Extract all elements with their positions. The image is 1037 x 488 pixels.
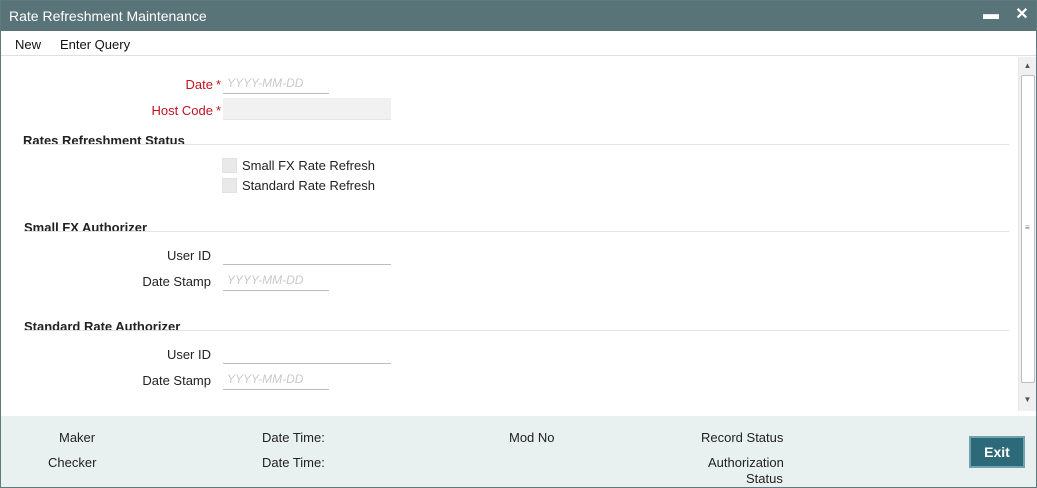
scroll-down-icon[interactable]: ▼ [1019, 393, 1036, 407]
mod-no-label: Mod No [509, 430, 555, 445]
scroll-grip-icon: ≡ [1025, 223, 1030, 232]
standard-rate-refresh-label: Standard Rate Refresh [242, 178, 375, 193]
required-marker: * [215, 103, 221, 118]
window-title: Rate Refreshment Maintenance [9, 8, 207, 24]
form-content: Date* Host Code* Rates Refreshment Statu… [1, 57, 1018, 411]
rates-refreshment-status-title: Rates Refreshment Status [23, 133, 185, 148]
minimize-icon[interactable]: ▬ [981, 5, 1001, 25]
vertical-scrollbar[interactable]: ▲ ≡ ▼ [1018, 57, 1036, 411]
enter-query-menu-item[interactable]: Enter Query [60, 37, 130, 52]
scroll-up-icon[interactable]: ▲ [1019, 59, 1036, 73]
small-fx-rate-refresh-checkbox[interactable] [222, 158, 237, 173]
standard-rate-refresh-checkbox[interactable] [222, 178, 237, 193]
authorization-status-label-line2: Status [746, 471, 783, 486]
host-code-label: Host Code * [121, 103, 221, 118]
host-code-input[interactable] [223, 98, 391, 120]
new-menu-item[interactable]: New [15, 37, 41, 52]
close-icon[interactable]: ✕ [1012, 5, 1032, 25]
small-fx-user-id-input[interactable] [223, 243, 391, 265]
authorization-status-label-line1: Authorization [708, 455, 784, 470]
exit-button[interactable]: Exit [969, 436, 1025, 468]
rate-refreshment-window: Rate Refreshment Maintenance ▬ ✕ New Ent… [0, 0, 1037, 488]
scroll-thumb[interactable]: ≡ [1021, 75, 1035, 383]
standard-user-id-label: User ID [166, 347, 211, 362]
record-status-label: Record Status [701, 430, 784, 445]
date-input[interactable] [223, 72, 329, 94]
maker-date-time-label: Date Time: [262, 430, 325, 445]
section-divider [24, 330, 1009, 331]
section-divider [23, 144, 1009, 145]
menu-bar: New Enter Query [1, 31, 1036, 56]
small-fx-authorizer-title: Small FX Authorizer [24, 220, 148, 235]
standard-rate-authorizer-title: Standard Rate Authorizer [24, 319, 181, 334]
small-fx-date-stamp-label: Date Stamp [142, 274, 211, 289]
standard-user-id-input[interactable] [223, 342, 391, 364]
small-fx-rate-refresh-label: Small FX Rate Refresh [242, 158, 375, 173]
standard-date-stamp-label: Date Stamp [142, 373, 211, 388]
small-fx-user-id-label: User ID [166, 248, 211, 263]
maker-label: Maker [59, 430, 96, 445]
date-label-text: Date [185, 77, 213, 92]
date-label: Date * [121, 77, 221, 92]
small-fx-date-stamp-input[interactable] [223, 269, 329, 291]
host-code-label-text: Host Code [151, 103, 213, 118]
required-marker: * [215, 77, 221, 92]
checker-label: Checker [48, 455, 97, 470]
checker-date-time-label: Date Time: [262, 455, 325, 470]
title-bar: Rate Refreshment Maintenance ▬ ✕ [1, 1, 1036, 31]
section-divider [24, 231, 1009, 232]
standard-date-stamp-input[interactable] [223, 368, 329, 390]
audit-footer: Maker Checker Date Time: Date Time: Mod … [1, 416, 1036, 487]
